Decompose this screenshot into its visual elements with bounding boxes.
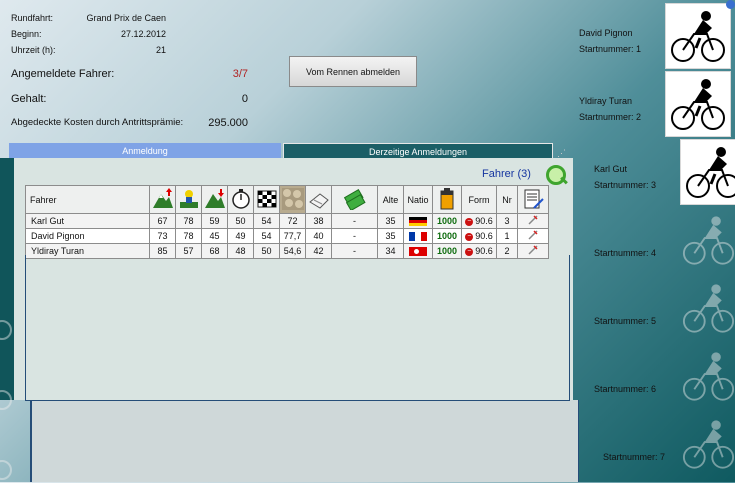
table-row[interactable]: David Pignon 73 78 45 49 54 77,7 40 - 35… (25, 228, 549, 244)
stat-cell: 38 (305, 213, 332, 229)
form-cell: −90.6 (461, 228, 497, 244)
abmelden-button[interactable]: Vom Rennen abmelden (289, 56, 417, 87)
info-badge-icon[interactable] (726, 0, 735, 9)
slot-4-startnummer: Startnummer: 4 (594, 248, 657, 258)
angemeldete-label: Angemeldete Fahrer: (11, 68, 115, 80)
money-icon[interactable] (331, 185, 378, 214)
form-minus-icon: − (465, 232, 474, 241)
battery-icon[interactable] (432, 185, 462, 214)
stamina-icon[interactable] (305, 185, 332, 214)
beginn-value: 27.12.2012 (120, 29, 166, 39)
slot-6-startnummer: Startnummer: 6 (594, 384, 657, 394)
stat-cell: 73 (149, 228, 176, 244)
salary-cell: - (331, 213, 378, 229)
rider-1-startnummer: Startnummer: 1 (579, 44, 642, 54)
flag-germany-icon (403, 213, 433, 229)
gehalt-value: 0 (241, 93, 248, 105)
cyclist-placeholder-icon[interactable] (682, 212, 735, 271)
rundfahrt-label: Rundfahrt: (11, 13, 54, 23)
stat-cell: 54 (253, 213, 280, 229)
nr-cell: 3 (496, 213, 518, 229)
cyclist-fragment-icon (0, 370, 18, 410)
cyclist-fragment-icon (0, 300, 18, 340)
stat-cell: 78 (175, 228, 202, 244)
gehalt-label: Gehalt: (11, 93, 47, 105)
fitness-cell: 1000 (432, 213, 462, 229)
time-trial-icon[interactable] (227, 185, 254, 214)
cyclist-icon[interactable] (665, 71, 731, 137)
age-cell: 35 (377, 228, 404, 244)
form-value: 90.6 (475, 231, 493, 241)
stat-cell: 54 (253, 228, 280, 244)
form-minus-icon: − (465, 217, 474, 226)
stat-cell: 72 (279, 213, 306, 229)
table-row[interactable]: Karl Gut 67 78 59 50 54 72 38 - 35 1000 … (25, 213, 549, 229)
kosten-label: Abgedeckte Kosten durch Antrittsprämie: (11, 117, 184, 128)
slot-7-startnummer: Startnummer: 7 (603, 452, 666, 462)
rider-3-startnummer: Startnummer: 3 (594, 180, 657, 190)
uhrzeit-label: Uhrzeit (h): (11, 45, 56, 55)
sprinter-icon[interactable] (175, 185, 202, 214)
stat-cell: 78 (175, 213, 202, 229)
rider-table: Fahrer Alte Natio Form Nr Karl Gut 67 78… (25, 185, 549, 259)
stat-cell: 77,7 (279, 228, 306, 244)
stat-cell: 67 (149, 213, 176, 229)
panel-lower-area (30, 400, 579, 482)
notes-icon[interactable] (517, 185, 549, 214)
age-cell: 35 (377, 213, 404, 229)
slot-5-startnummer: Startnummer: 5 (594, 316, 657, 326)
form-cell: −90.6 (461, 213, 497, 229)
rider-1-name: David Pignon (579, 28, 633, 38)
cyclist-placeholder-icon[interactable] (682, 348, 735, 407)
uhrzeit-value: 21 (155, 45, 166, 55)
col-nr[interactable]: Nr (496, 185, 518, 214)
rider-2-name: Yldiray Turan (579, 96, 633, 106)
downhill-icon[interactable] (201, 185, 228, 214)
mountain-climb-icon[interactable] (149, 185, 176, 214)
tab-anmeldung[interactable]: Anmeldung (9, 143, 281, 158)
kosten-value: 295.000 (208, 117, 248, 129)
nr-cell: 1 (496, 228, 518, 244)
fahrer-count: Fahrer (3) (482, 168, 531, 180)
rider-3-name: Karl Gut (594, 164, 628, 174)
edit-pencil-icon[interactable] (517, 228, 549, 244)
cyclist-icon[interactable] (665, 3, 731, 69)
fitness-cell: 1000 (432, 228, 462, 244)
cyclist-icon[interactable] (680, 139, 735, 205)
stat-cell: 49 (227, 228, 254, 244)
resize-grip-icon[interactable]: ⋰ (557, 148, 567, 158)
stat-cell: 59 (201, 213, 228, 229)
flag-france-icon (403, 228, 433, 244)
rundfahrt-value: Grand Prix de Caen (86, 13, 166, 23)
angemeldete-value: 3/7 (232, 68, 248, 80)
col-nation[interactable]: Natio (403, 185, 433, 214)
cobblestone-icon[interactable] (279, 185, 306, 214)
cyclist-placeholder-icon[interactable] (682, 416, 735, 475)
cyclist-fragment-icon (0, 440, 18, 480)
panel-left-strip (0, 158, 14, 400)
stat-cell: 50 (227, 213, 254, 229)
rider-2-startnummer: Startnummer: 2 (579, 112, 642, 122)
table-header-row: Fahrer Alte Natio Form Nr (25, 185, 549, 214)
col-form[interactable]: Form (461, 185, 497, 214)
table-empty-area (25, 255, 570, 401)
finish-flag-icon[interactable] (253, 185, 280, 214)
form-value: 90.6 (475, 216, 493, 226)
salary-cell: - (331, 228, 378, 244)
rider-name-cell[interactable]: David Pignon (25, 228, 150, 244)
edit-pencil-icon[interactable] (517, 213, 549, 229)
stat-cell: 40 (305, 228, 332, 244)
beginn-label: Beginn: (11, 29, 42, 39)
col-alter[interactable]: Alte (377, 185, 404, 214)
cyclist-placeholder-icon[interactable] (682, 280, 735, 339)
rider-name-cell[interactable]: Karl Gut (25, 213, 150, 229)
stat-cell: 45 (201, 228, 228, 244)
col-fahrer[interactable]: Fahrer (25, 185, 150, 214)
